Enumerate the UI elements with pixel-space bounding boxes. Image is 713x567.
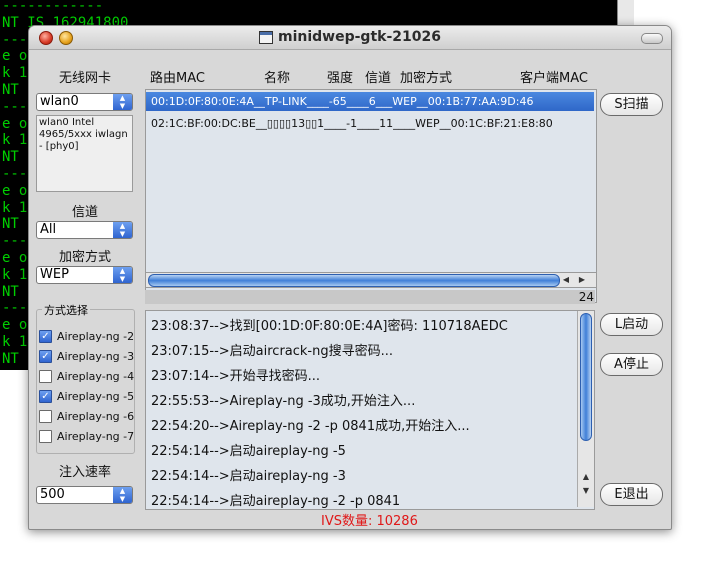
hscroll-thumb[interactable] xyxy=(148,274,560,287)
scan-button[interactable]: S扫描 xyxy=(600,93,663,116)
interface-info-box: wlan0 Intel 4965/5xxx iwlagn - [phy0] xyxy=(36,115,133,192)
inject-rate-label: 注入速率 xyxy=(59,465,112,480)
vscroll-thumb[interactable] xyxy=(580,313,592,441)
log-line: 23:07:15-->启动aircrack-ng搜寻密码... xyxy=(151,344,394,359)
exit-button[interactable]: E退出 xyxy=(600,483,663,506)
network-list[interactable]: 00:1D:0F:80:0E:4A__TP-LINK____-65____6__… xyxy=(145,89,597,303)
window-app-icon xyxy=(259,31,273,44)
channel-select[interactable]: All ▲ ▼ xyxy=(36,221,133,239)
log-line: 23:07:14-->开始寻找密码... xyxy=(151,369,321,384)
encryption-select[interactable]: WEP ▲ ▼ xyxy=(36,266,133,284)
method-checkbox-row[interactable]: ✓ Aireplay-ng -3 xyxy=(39,349,135,364)
method-label: Aireplay-ng -2 xyxy=(57,330,135,343)
checkbox-checked-icon[interactable]: ✓ xyxy=(39,349,52,363)
column-header-router-mac: 路由MAC xyxy=(150,71,205,86)
stop-button[interactable]: A停止 xyxy=(600,353,663,376)
channel-select-value: All xyxy=(40,222,57,237)
network-row[interactable]: 02:1C:BF:00:DC:BE__▯▯▯▯13▯▯1____-1____11… xyxy=(146,114,594,133)
minidwep-window: minidwep-gtk-21026 无线网卡 wlan0 ▲ ▼ wlan0 I… xyxy=(28,25,672,530)
channel-label: 信道 xyxy=(72,205,99,220)
window-title: minidwep-gtk-21026 xyxy=(278,29,441,45)
column-header-channel: 信道 xyxy=(365,71,392,86)
checkbox-unchecked-icon[interactable] xyxy=(39,409,52,423)
encryption-label: 加密方式 xyxy=(59,250,112,265)
checkbox-checked-icon[interactable]: ✓ xyxy=(39,389,52,403)
method-checkbox-row[interactable]: Aireplay-ng -4 xyxy=(39,369,135,384)
combo-arrow-icon: ▲ ▼ xyxy=(113,487,132,503)
method-group-title: 方式选择 xyxy=(42,302,90,318)
method-label: Aireplay-ng -6 xyxy=(57,410,135,423)
log-line: 22:54:14-->启动aireplay-ng -3 xyxy=(151,469,346,484)
start-button[interactable]: L启动 xyxy=(600,313,663,336)
terminal-scrollbar[interactable] xyxy=(617,0,634,28)
log-line: 22:54:20-->Aireplay-ng -2 -p 0841成功,开始注入… xyxy=(151,419,470,434)
combo-arrow-icon: ▲ ▼ xyxy=(113,94,132,110)
method-label: Aireplay-ng -5 xyxy=(57,390,135,403)
checkbox-checked-icon[interactable]: ✓ xyxy=(39,329,52,343)
method-label: Aireplay-ng -3 xyxy=(57,350,135,363)
column-header-encryption: 加密方式 xyxy=(400,71,453,86)
ivs-count: IVS数量: 10286 xyxy=(321,514,418,529)
method-checkbox-row[interactable]: Aireplay-ng -6 xyxy=(39,409,135,424)
progress-bar: 24 xyxy=(145,290,595,304)
checkbox-unchecked-icon[interactable] xyxy=(39,429,52,443)
method-group: 方式选择 ✓ Aireplay-ng -2 ✓ Aireplay-ng -3 Airep… xyxy=(36,302,135,454)
wireless-card-label: 无线网卡 xyxy=(59,71,112,86)
method-checkbox-row[interactable]: ✓ Aireplay-ng -5 xyxy=(39,389,135,404)
zoom-window-button[interactable] xyxy=(641,33,663,44)
encryption-select-value: WEP xyxy=(40,267,69,282)
method-checkbox-row[interactable]: ✓ Aireplay-ng -2 xyxy=(39,329,135,344)
log-line: 23:08:37-->找到[00:1D:0F:80:0E:4A]密码: 1107… xyxy=(151,319,508,334)
combo-arrow-icon: ▲ ▼ xyxy=(113,222,132,238)
log-line: 22:55:53-->Aireplay-ng -3成功,开始注入... xyxy=(151,394,416,409)
method-checkbox-row[interactable]: Aireplay-ng -7 xyxy=(39,429,135,444)
combo-arrow-icon: ▲ ▼ xyxy=(113,267,132,283)
column-header-strength: 强度 xyxy=(327,71,354,86)
log-line: 22:54:14-->启动aireplay-ng -5 xyxy=(151,444,346,459)
interface-select[interactable]: wlan0 ▲ ▼ xyxy=(36,93,133,111)
close-window-button[interactable] xyxy=(39,31,53,45)
inject-rate-value: 500 xyxy=(40,487,65,502)
scroll-right-arrow-icon[interactable]: ▶ xyxy=(576,273,588,287)
minimize-window-button[interactable] xyxy=(59,31,73,45)
log-line: 22:54:14-->启动aireplay-ng -2 -p 0841 xyxy=(151,494,401,509)
scroll-up-arrow-icon[interactable]: ▲ xyxy=(578,471,594,483)
network-list-hscrollbar[interactable]: ◀ ▶ xyxy=(145,272,597,288)
column-header-name: 名称 xyxy=(264,71,291,86)
log-vscrollbar[interactable]: ▲ ▼ xyxy=(577,311,594,507)
log-panel[interactable]: 23:08:37-->找到[00:1D:0F:80:0E:4A]密码: 1107… xyxy=(145,310,595,510)
scroll-down-arrow-icon[interactable]: ▼ xyxy=(578,485,594,497)
interface-select-value: wlan0 xyxy=(40,94,79,109)
inject-rate-select[interactable]: 500 ▲ ▼ xyxy=(36,486,133,504)
method-label: Aireplay-ng -7 xyxy=(57,430,135,443)
column-header-client-mac: 客户端MAC xyxy=(520,71,588,86)
terminal-line: ------------ xyxy=(2,0,104,14)
title-bar[interactable]: minidwep-gtk-21026 xyxy=(29,26,671,50)
scroll-left-arrow-icon[interactable]: ◀ xyxy=(560,273,572,287)
method-label: Aireplay-ng -4 xyxy=(57,370,135,383)
network-row[interactable]: 00:1D:0F:80:0E:4A__TP-LINK____-65____6__… xyxy=(146,92,594,111)
checkbox-unchecked-icon[interactable] xyxy=(39,369,52,383)
